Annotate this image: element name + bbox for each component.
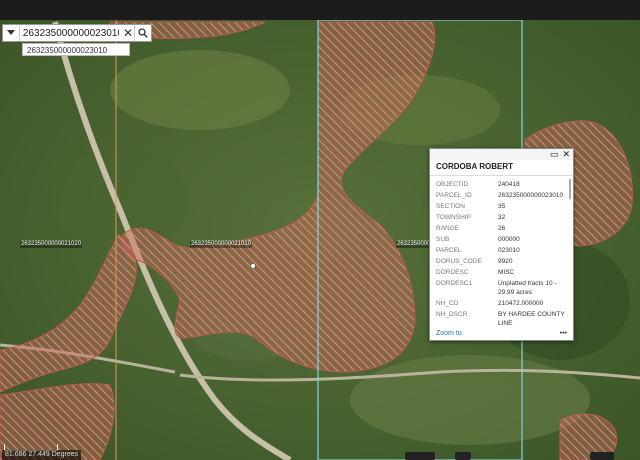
app-header-bar	[0, 0, 640, 20]
attribute-value: 32	[498, 214, 506, 221]
map-widget-indicator	[405, 452, 435, 460]
table-row: DORDESC MISC	[436, 267, 566, 278]
table-row: RANGE 26	[436, 223, 566, 234]
attribute-key: PARCEL_ID	[436, 192, 472, 199]
attribute-value: 210472.000000	[498, 300, 544, 307]
attribute-key: OBJECTID	[436, 181, 469, 188]
attribute-value: 240418	[498, 181, 520, 188]
attribute-key: DORDESC1	[436, 280, 473, 287]
close-icon[interactable]: ✕	[562, 150, 570, 159]
search-suggestion[interactable]: 263235000000023010	[22, 43, 130, 56]
table-row: SUB 000000	[436, 234, 566, 245]
attribute-key: SUB	[436, 236, 450, 243]
table-row: NH_DSCR BY HARDEE COUNTY LINE	[436, 309, 566, 329]
table-row: TOWNSHIP 32	[436, 212, 566, 223]
search-box: ✕	[2, 24, 152, 42]
attribute-value: BY HARDEE COUNTY LINE	[498, 311, 565, 327]
attribute-key: NH_DSCR	[436, 311, 468, 318]
parcel-info-popup: ▭ ✕ CORDOBA ROBERT OBJECTID 240418 PARCEL…	[429, 148, 574, 341]
maximize-icon[interactable]: ▭	[550, 150, 559, 159]
popup-scrollbar[interactable]	[569, 179, 571, 199]
location-marker	[250, 263, 256, 269]
search-dropdown-button[interactable]	[3, 25, 20, 41]
attribute-value: Unplatted tracts 10 - 29.99 acres	[498, 280, 557, 296]
parcel-label: 263235000000021010	[190, 241, 253, 248]
attribute-value: 26	[498, 225, 506, 232]
map-widget-indicator	[590, 452, 614, 460]
attribute-value: 000000	[498, 236, 520, 243]
attribute-key: PARCEL	[436, 247, 462, 254]
attribute-value: 9920	[498, 258, 513, 265]
attribute-table: OBJECTID 240418 PARCEL_ID 2632350000000230…	[436, 179, 566, 329]
attribute-key: TOWNSHIP	[436, 214, 471, 221]
table-row: PARCEL 023010	[436, 245, 566, 256]
table-row: DORDESC1 Unplatted tracts 10 - 29.99 acre…	[436, 278, 566, 298]
chevron-down-icon	[6, 30, 15, 35]
attribute-value: 35	[498, 203, 506, 210]
attribute-key: DORDESC	[436, 269, 469, 276]
attribute-key: DORUS_CODE	[436, 258, 482, 265]
attribute-value: 023010	[498, 247, 520, 254]
table-row: NH_CD 210472.000000	[436, 298, 566, 309]
table-row: DORUS_CODE 9920	[436, 256, 566, 267]
popup-footer: Zoom to •••	[436, 330, 567, 337]
parcel-label: 2632350000	[396, 241, 432, 248]
attribute-key: RANGE	[436, 225, 460, 232]
coordinate-readout: 81.686 27.449 Degrees	[2, 450, 82, 460]
search-button[interactable]	[134, 25, 151, 41]
attribute-value: 263235000000023010	[498, 192, 564, 199]
more-options-button[interactable]: •••	[560, 330, 567, 337]
search-icon	[138, 28, 148, 38]
attribute-key: SECTION	[436, 203, 465, 210]
table-row: SECTION 35	[436, 201, 566, 212]
attribute-key: NH_CD	[436, 300, 459, 307]
parcel-label: 263235000000021020	[20, 241, 83, 248]
popup-toolbar: ▭ ✕	[430, 149, 573, 160]
table-row: PARCEL_ID 263235000000023010	[436, 190, 566, 201]
close-icon[interactable]: ✕	[122, 26, 134, 40]
popup-title: CORDOBA ROBERT	[430, 160, 573, 176]
table-row: OBJECTID 240418	[436, 179, 566, 190]
search-input[interactable]	[19, 26, 122, 40]
attribute-value: MISC	[498, 269, 515, 276]
zoom-to-link[interactable]: Zoom to	[436, 330, 462, 337]
map-widget-indicator	[455, 452, 471, 460]
